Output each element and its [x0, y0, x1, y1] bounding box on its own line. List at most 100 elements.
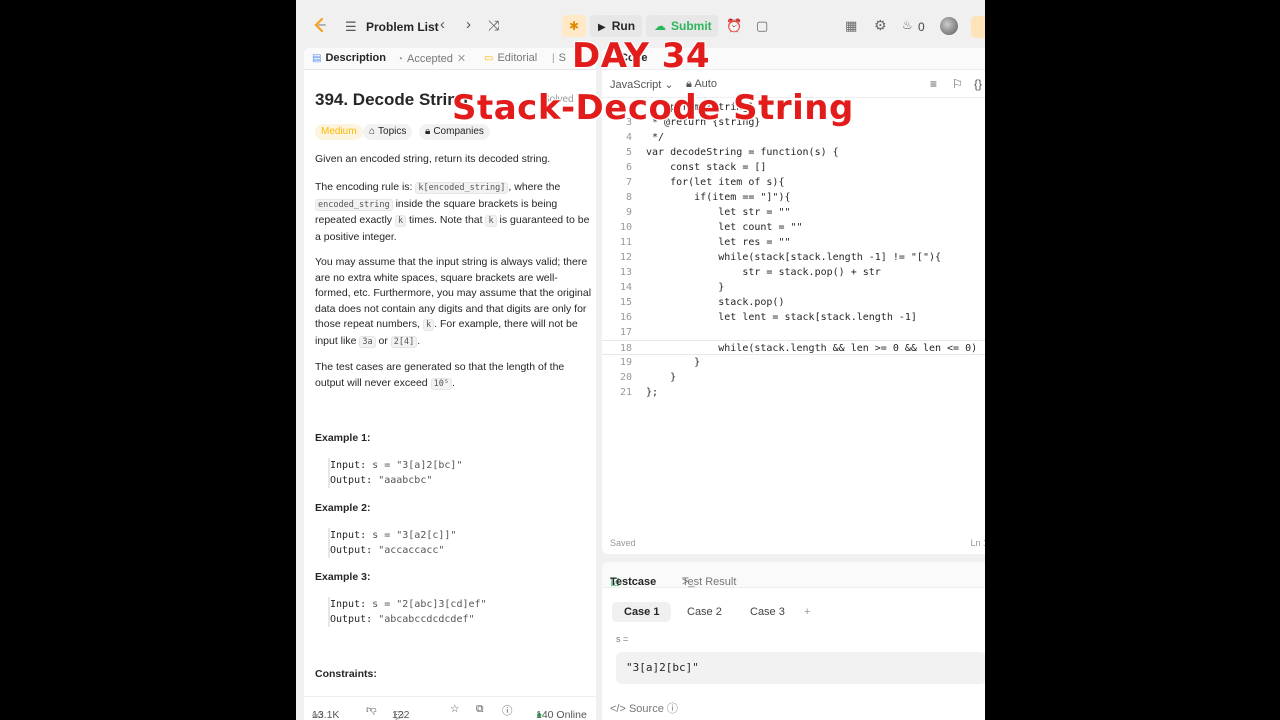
source-label: Source	[628, 703, 664, 715]
desc-text: , where the	[508, 181, 561, 193]
debug-button[interactable]: ✱	[562, 15, 586, 37]
run-button[interactable]: ▶ Run	[590, 15, 642, 37]
line-number: 6	[625, 162, 632, 173]
example-output-line: Output: "accaccacc"	[330, 543, 456, 558]
topics-button[interactable]: ⌂ Topics	[363, 124, 413, 140]
tab-accepted[interactable]: ◔ Accepted ✕	[397, 52, 466, 65]
desc-paragraph-3: You may assume that the input string is …	[315, 255, 593, 350]
submit-label: Submit	[671, 19, 712, 33]
history-icon: ◔	[397, 54, 404, 65]
save-status: Saved	[610, 538, 636, 548]
output-value: "accaccacc"	[378, 545, 445, 556]
code-line: 8 if(item == "]"){	[602, 190, 985, 205]
line-number: 21	[619, 387, 632, 398]
inline-code: k	[485, 215, 497, 227]
cursor-position: Ln 1	[970, 538, 985, 548]
example-input-line: Input: s = "3[a]2[bc]"	[330, 458, 462, 473]
case-3-button[interactable]: Case 3	[738, 602, 797, 622]
gear-icon[interactable]: ⚙	[874, 17, 887, 34]
timer-icon[interactable]: ⏰	[726, 18, 742, 34]
example-2-block: Input: s = "3[a2[c]]" Output: "accaccacc…	[328, 528, 456, 558]
input-value: s = "3[a]2[bc]"	[372, 460, 463, 471]
code-text: }	[646, 357, 701, 368]
output-label: Output:	[330, 475, 373, 486]
prev-problem-icon[interactable]: ‹	[440, 16, 445, 33]
braces-icon[interactable]: {}	[974, 77, 982, 91]
bookmark-icon[interactable]: ⚐	[952, 77, 963, 91]
code-text: if(item == "]"){	[646, 192, 791, 203]
desc-text: or	[375, 334, 391, 347]
input-label: Input:	[330, 460, 367, 471]
tab-test-result-label: Test Result	[682, 576, 737, 588]
line-number: 4	[625, 132, 632, 143]
line-number: 12	[619, 252, 632, 263]
tab-editorial[interactable]: ▭ Editorial	[484, 52, 537, 64]
code-line: 6 const stack = []	[602, 160, 985, 175]
add-case-button[interactable]: +	[792, 602, 822, 622]
code-line: 17	[602, 325, 985, 340]
tab-testcase-label: Testcase	[610, 576, 657, 588]
code-line: 14 }	[602, 280, 985, 295]
line-number: 11	[619, 237, 632, 248]
inline-code: encoded_string	[315, 198, 393, 211]
shuffle-icon[interactable]: ⤨	[488, 17, 499, 34]
example-input-line: Input: s = "3[a2[c]]"	[330, 528, 456, 543]
code-line: 7 for(let item of s){	[602, 175, 985, 190]
streak-count: 0	[918, 20, 925, 34]
line-number: 19	[619, 357, 632, 368]
code-line: 19 }	[602, 355, 985, 370]
premium-button[interactable]	[971, 16, 985, 38]
star-icon[interactable]: ☆	[450, 703, 459, 715]
line-number: 18	[619, 343, 632, 354]
problem-title: 394. Decode String	[315, 90, 469, 109]
tab-description[interactable]: ▤ Description	[312, 52, 386, 64]
code-line: 11 let res = ""	[602, 235, 985, 250]
code-text: let count = ""	[646, 222, 803, 233]
code-text: let res = ""	[646, 237, 791, 248]
problem-list-link[interactable]: Problem List	[366, 20, 439, 34]
help-icon[interactable]: ⓘ	[502, 703, 513, 718]
desc-paragraph-1: Given an encoded string, return its deco…	[315, 153, 551, 165]
next-problem-icon[interactable]: ›	[466, 16, 471, 33]
case-2-button[interactable]: Case 2	[675, 602, 734, 622]
avatar[interactable]	[940, 17, 958, 35]
code-line: 18 while(stack.length && len >= 0 && len…	[602, 340, 985, 355]
code-editor[interactable]: * @param {string} s3 * @return {string} 4…	[602, 100, 985, 530]
example-3-title: Example 3:	[315, 571, 371, 583]
submit-button[interactable]: ☁ Submit	[646, 15, 718, 37]
format-icon[interactable]: ≡	[930, 77, 937, 91]
s-param-input[interactable]: "3[a]2[bc]"	[616, 652, 985, 684]
leetcode-logo-icon[interactable]	[312, 17, 328, 33]
topics-label: Topics	[378, 126, 407, 137]
case-1-button[interactable]: Case 1	[612, 602, 672, 622]
close-icon[interactable]: ✕	[457, 53, 466, 65]
tab-solutions[interactable]: | S	[552, 52, 566, 64]
line-number: 17	[619, 327, 632, 338]
description-tabs: ▤ Description ◔ Accepted ✕ ▭ Editorial | S	[304, 48, 596, 70]
desc-text: times. Note that	[406, 214, 486, 226]
example-1-block: Input: s = "3[a]2[bc]" Output: "aaabcbc"	[328, 458, 462, 488]
code-line: 10 let count = ""	[602, 220, 985, 235]
list-icon[interactable]: ☰	[345, 19, 357, 35]
output-label: Output:	[330, 614, 373, 625]
code-text: var decodeString = function(s) {	[646, 147, 839, 158]
share-icon[interactable]: ⧉	[476, 703, 484, 716]
testcase-panel: ☑ Testcase >_ Test Result Case 1 Case 2 …	[602, 562, 985, 720]
code-text: stack.pop()	[646, 297, 785, 308]
code-line: 4 */	[602, 130, 985, 145]
desc-text: .	[417, 334, 421, 347]
code-line: 13 str = stack.pop() + str	[602, 265, 985, 280]
streak-fire-icon[interactable]: ♨	[902, 18, 913, 32]
cloud-upload-icon: ☁	[654, 19, 666, 33]
example-1-title: Example 1:	[315, 432, 371, 444]
line-number: 7	[625, 177, 632, 188]
thumbs-down-icon[interactable]: 👎︎	[366, 703, 377, 716]
source-button[interactable]: </> Source ⓘ	[610, 700, 678, 716]
notes-icon[interactable]: ▢	[756, 18, 768, 34]
desc-text: The encoding rule is:	[315, 181, 416, 193]
layout-grid-icon[interactable]: ▦	[845, 18, 857, 34]
lock-icon: 🔒︎	[425, 126, 431, 137]
desc-paragraph-2: The encoding rule is: k[encoded_string],…	[315, 180, 593, 245]
line-number: 16	[619, 312, 632, 323]
inline-code: k[encoded_string]	[415, 182, 509, 194]
